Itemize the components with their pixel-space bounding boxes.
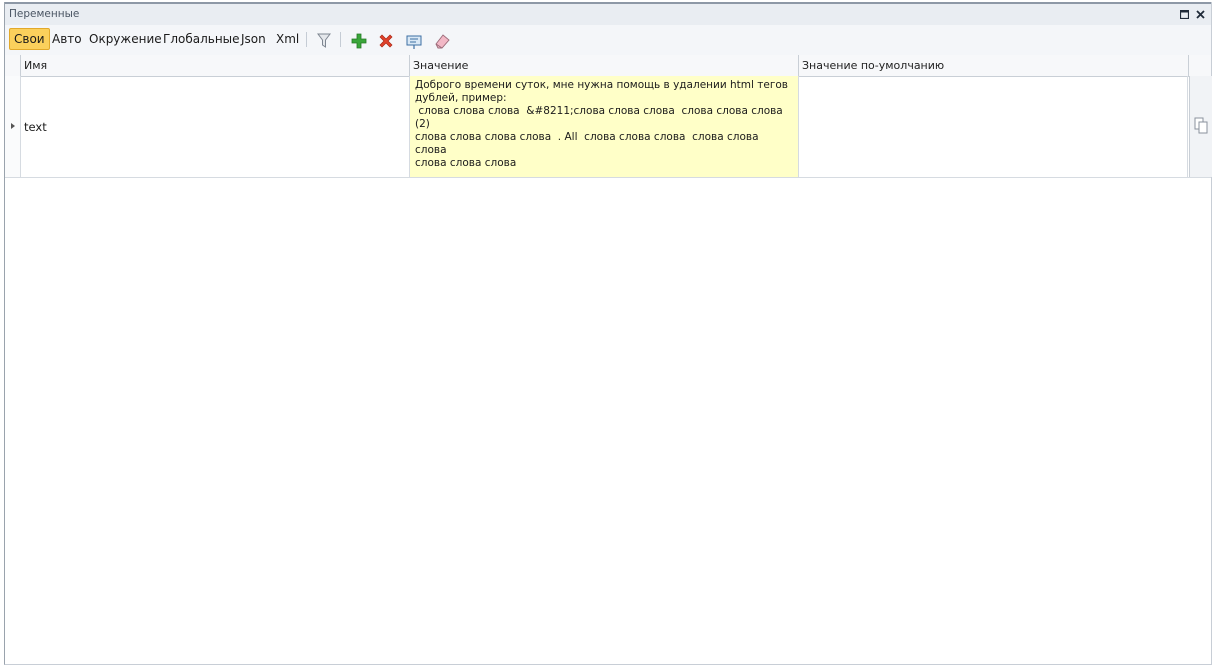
panel-title: Переменные	[9, 8, 80, 20]
value-cell[interactable]: Доброго времени суток, мне нужна помощь …	[410, 76, 799, 177]
toolbar-separator	[306, 32, 307, 47]
column-header-name[interactable]: Имя	[21, 55, 410, 76]
column-header-value[interactable]: Значение	[410, 55, 799, 76]
column-header-default[interactable]: Значение по-умолчанию	[799, 55, 1189, 76]
add-icon[interactable]	[350, 32, 368, 50]
close-icon[interactable]	[1193, 7, 1207, 21]
row-indicator-header	[5, 55, 21, 76]
import-icon[interactable]	[405, 32, 423, 50]
copy-button[interactable]	[1189, 76, 1212, 177]
filter-icon[interactable]	[315, 32, 333, 50]
tab-auto[interactable]: Авто	[48, 28, 86, 50]
clear-icon[interactable]	[433, 32, 451, 50]
default-value-cell[interactable]	[799, 76, 1188, 177]
panel-titlebar: Переменные	[5, 2, 1211, 25]
maximize-icon[interactable]	[1177, 7, 1191, 21]
row-pointer-icon	[11, 123, 15, 129]
delete-icon[interactable]	[377, 32, 395, 50]
copy-icon	[1194, 117, 1209, 137]
variables-panel: Переменные Свои Авто Окружение Глобальны…	[4, 2, 1212, 665]
tab-json[interactable]: Json	[237, 28, 270, 50]
toolbar: Свои Авто Окружение Глобальные Json Xml	[5, 25, 1211, 56]
row-indicator[interactable]	[5, 76, 21, 177]
grid-header: Имя Значение Значение по-умолчанию	[5, 55, 1211, 77]
table-row[interactable]: text Доброго времени суток, мне нужна по…	[5, 76, 1212, 178]
tab-xml[interactable]: Xml	[272, 28, 303, 50]
variable-name: text	[24, 120, 47, 134]
tab-environment[interactable]: Окружение	[85, 28, 166, 50]
name-cell[interactable]: text	[21, 76, 410, 177]
toolbar-separator	[340, 32, 341, 47]
tab-global[interactable]: Глобальные	[159, 28, 244, 50]
tab-own[interactable]: Свои	[9, 28, 50, 50]
